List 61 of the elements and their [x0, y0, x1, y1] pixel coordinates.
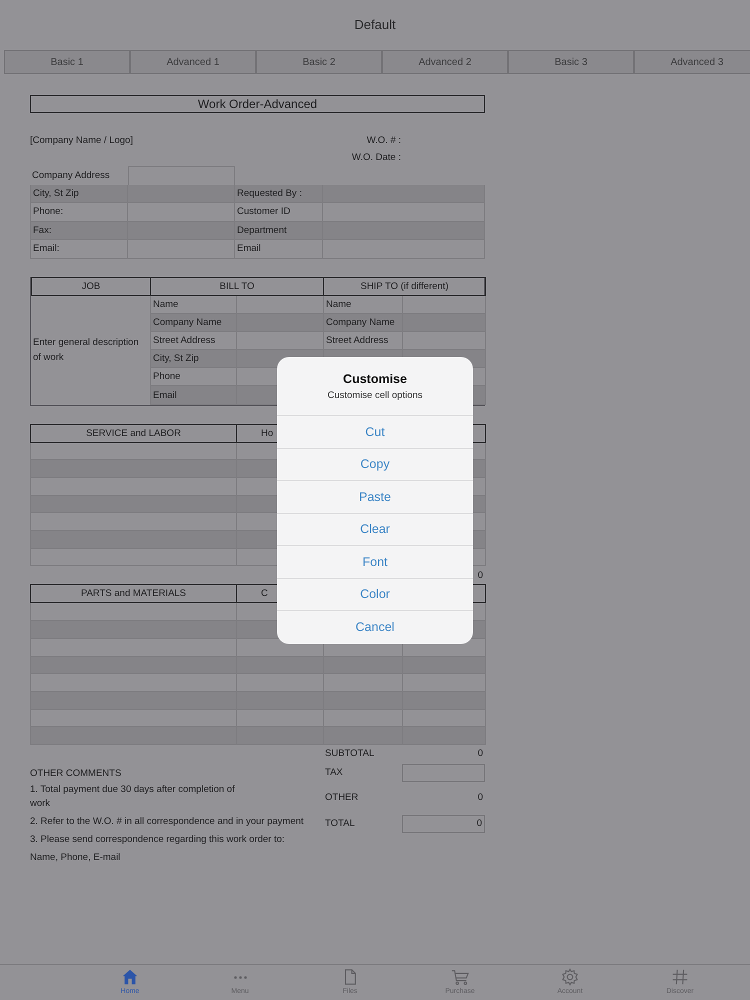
- dialog-action[interactable]: Color: [277, 578, 473, 611]
- total-label: TAX: [324, 767, 344, 778]
- home-icon: [121, 968, 139, 986]
- column-header: BILL TO: [151, 276, 324, 296]
- dialog-action[interactable]: Paste: [277, 481, 473, 514]
- sheet-tab[interactable]: Advanced 3: [634, 50, 750, 74]
- sheet-tab[interactable]: Basic 2: [256, 50, 382, 74]
- dialog-subtitle: Customise cell options: [327, 390, 423, 400]
- dialog-action[interactable]: Copy: [277, 448, 473, 481]
- comments-title: OTHER COMMENTS: [30, 767, 122, 782]
- column-header: PARTS and MATERIALS: [31, 584, 237, 604]
- hash-icon: [671, 968, 689, 986]
- total-field[interactable]: [402, 764, 485, 782]
- service-total: 0: [478, 570, 483, 581]
- sheet-tab[interactable]: Basic 1: [4, 50, 130, 74]
- dialog-action[interactable]: Cut: [277, 416, 473, 448]
- table-cell: City, St Zip: [151, 350, 237, 368]
- table-cell: Phone:: [30, 203, 128, 222]
- table-cell: Email: [235, 240, 323, 258]
- cart-icon: [451, 968, 469, 986]
- dialog-action[interactable]: Clear: [277, 514, 473, 546]
- more-icon: [234, 976, 246, 978]
- table-cell: Requested By :: [235, 184, 323, 203]
- total-value: 0: [476, 748, 484, 760]
- table-cell: Customer ID: [235, 203, 323, 222]
- table-cell: Fax:: [30, 222, 128, 240]
- table-cell: Name: [324, 296, 403, 314]
- table-cell: City, St Zip: [30, 184, 128, 203]
- wo-number-label: W.O. # :: [366, 134, 401, 146]
- column-header: SERVICE and LABOR: [31, 424, 237, 443]
- table-cell: Company Name: [151, 314, 237, 332]
- sheet-tab[interactable]: Advanced 2: [382, 50, 508, 74]
- comment-text: 2. Refer to the W.O. # in all correspondence and in your payment: [30, 814, 305, 829]
- table-cell: Phone: [151, 368, 237, 386]
- table-cell: Email:: [30, 240, 128, 258]
- table-cell: Name: [151, 296, 237, 314]
- total-field[interactable]: 0: [402, 814, 485, 833]
- comment-text: 3. Please send correspondence regarding this work order to:: [30, 832, 286, 847]
- total-label: TOTAL: [324, 818, 356, 830]
- table-cell: Email: [151, 386, 237, 405]
- form-title: Work Order-Advanced: [30, 95, 485, 113]
- total-label: SUBTOTAL: [324, 748, 376, 760]
- comment-text: 1. Total payment due 30 days after completion of work: [30, 782, 235, 811]
- wo-date-label: W.O. Date :: [352, 152, 401, 163]
- total-value: 0: [476, 792, 484, 804]
- dialog-title: Customise: [343, 372, 407, 386]
- sheet-tab[interactable]: Advanced 1: [130, 50, 256, 74]
- column-header: JOB: [31, 276, 151, 296]
- column-header: SHIP TO (if different): [324, 276, 486, 296]
- sheet-tab[interactable]: Basic 3: [508, 50, 634, 74]
- table-cell: Street Address: [151, 332, 237, 350]
- comment-text: Name, Phone, E-mail: [30, 850, 122, 865]
- settings-icon: [561, 968, 579, 986]
- table-cell: Department: [235, 222, 323, 240]
- dialog-action[interactable]: Font: [277, 546, 473, 578]
- table-cell: Street Address: [324, 332, 403, 350]
- total-label: OTHER: [324, 792, 360, 804]
- table-cell: Company Name: [324, 314, 403, 332]
- address-label: Company Address: [31, 168, 111, 183]
- window-title: Default: [353, 16, 397, 34]
- dialog-action[interactable]: Cancel: [277, 611, 473, 644]
